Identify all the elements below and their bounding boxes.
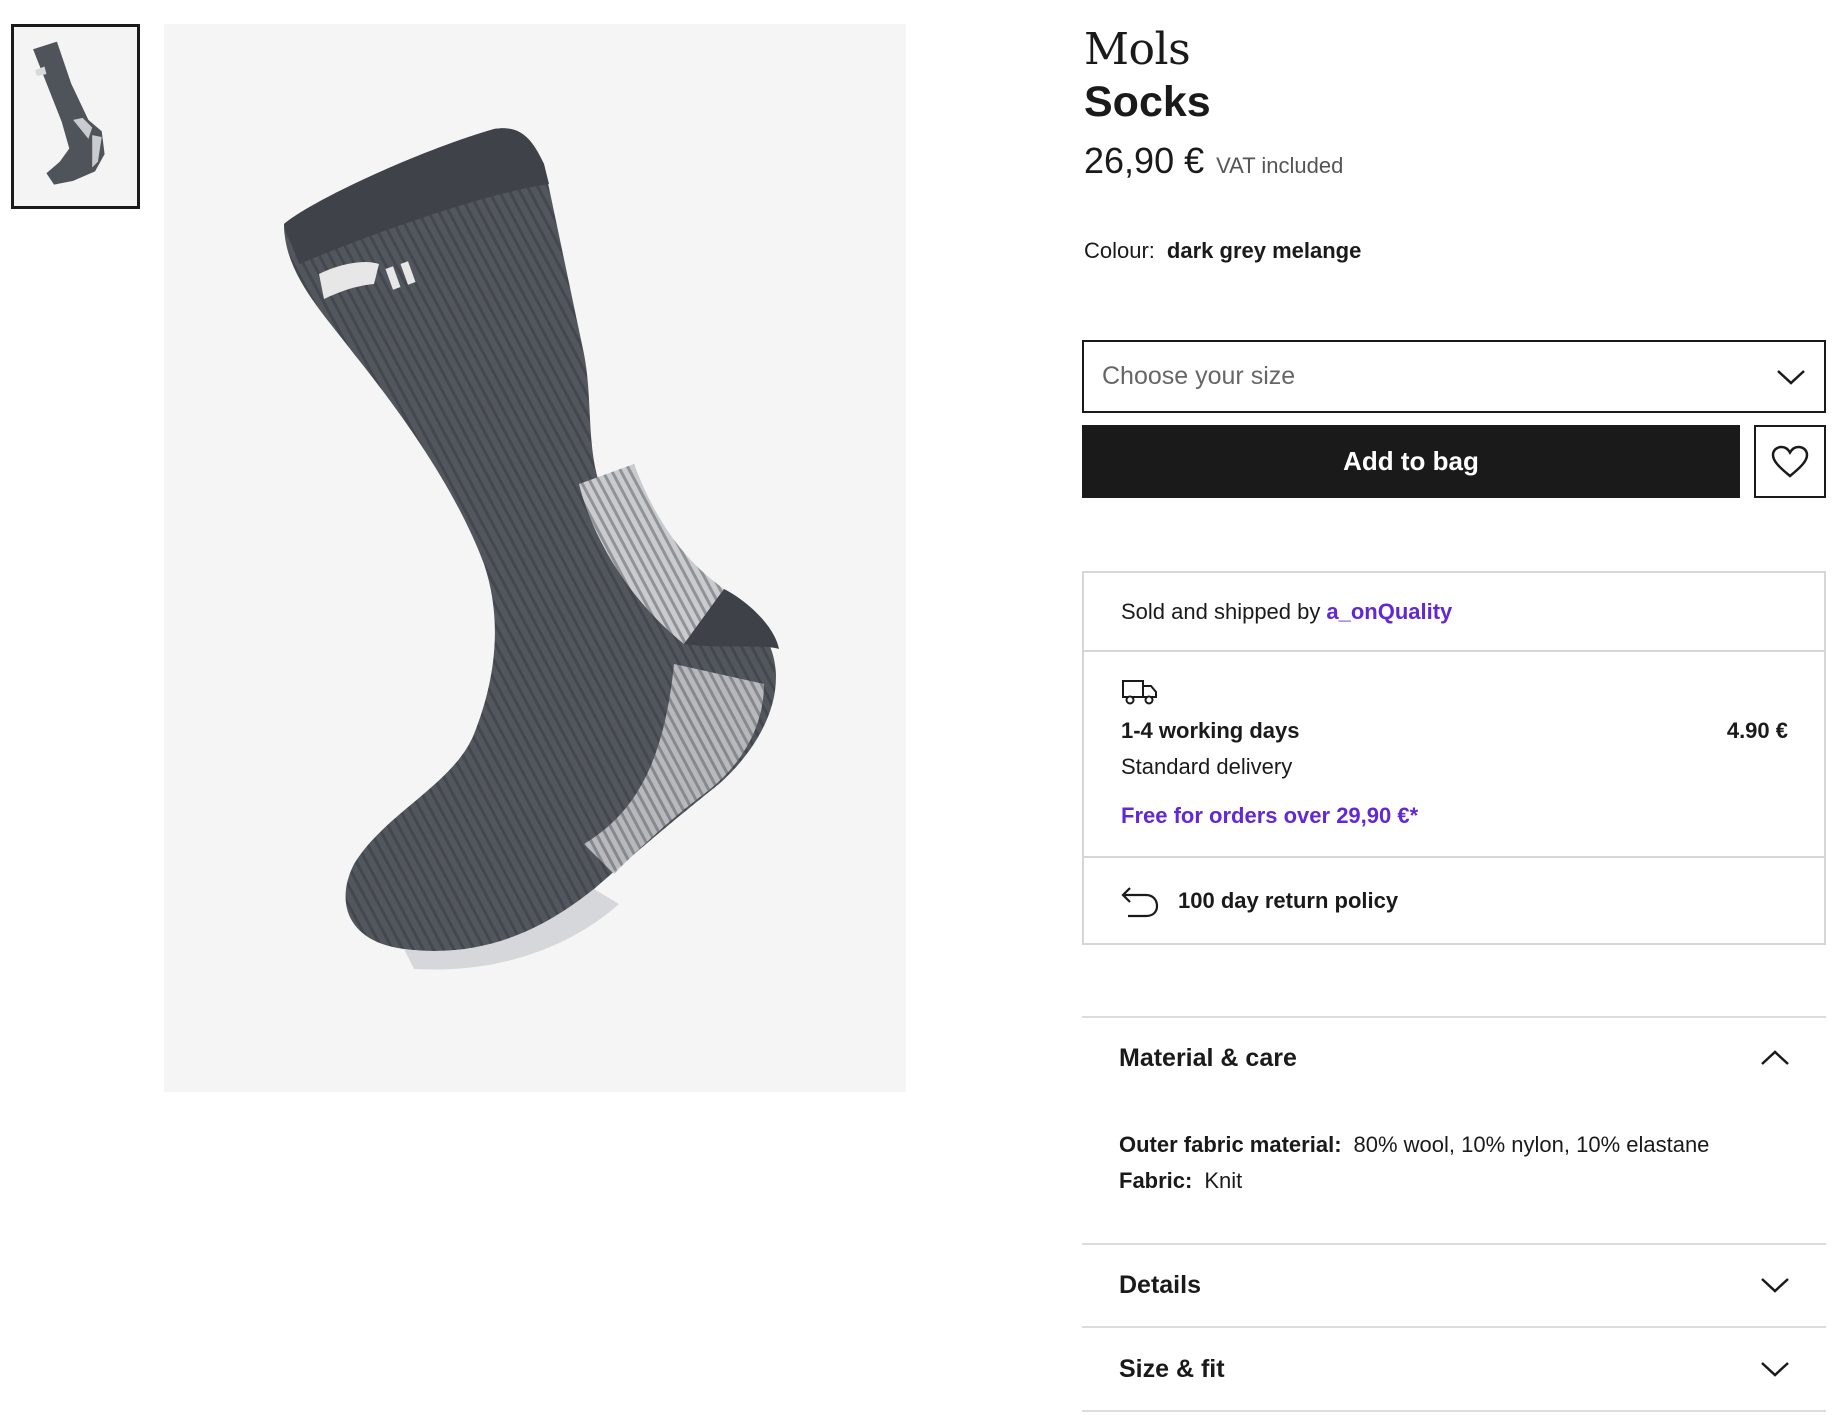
chevron-down-icon	[1761, 1362, 1789, 1377]
divider	[1082, 1326, 1826, 1328]
material-value: 80% wool, 10% nylon, 10% elastane	[1353, 1132, 1710, 1157]
return-policy-row: 100 day return policy	[1084, 858, 1824, 943]
wishlist-button[interactable]	[1754, 425, 1826, 498]
product-thumbnail[interactable]	[11, 24, 140, 209]
heart-icon	[1771, 445, 1809, 478]
divider	[1082, 1243, 1826, 1245]
product-main-image[interactable]	[164, 24, 906, 1092]
material-care-content: Outer fabric material: 80% wool, 10% nyl…	[1119, 1127, 1709, 1199]
divider	[1082, 1410, 1826, 1412]
product-title: Socks	[1084, 78, 1211, 126]
fabric-label: Fabric:	[1119, 1168, 1193, 1193]
chevron-up-icon	[1761, 1050, 1789, 1065]
brand-name[interactable]: Mols	[1084, 24, 1191, 75]
sold-by-row: Sold and shipped by a_onQuality	[1084, 573, 1824, 652]
colour-row: Colour: dark grey melange	[1084, 238, 1361, 264]
seller-link[interactable]: a_onQuality	[1326, 599, 1452, 625]
size-fit-accordion-header[interactable]: Size & fit	[1082, 1333, 1826, 1405]
delivery-info: 1-4 working days 4.90 € Standard deliver…	[1084, 652, 1824, 858]
shipping-info-box: Sold and shipped by a_onQuality 1-4 work…	[1082, 571, 1826, 945]
material-label: Outer fabric material:	[1119, 1132, 1342, 1157]
vat-note: VAT included	[1216, 153, 1344, 178]
size-fit-title: Size & fit	[1119, 1354, 1225, 1383]
sock-thumbnail-image	[14, 28, 137, 205]
add-to-bag-button[interactable]: Add to bag	[1082, 425, 1740, 498]
sock-image	[164, 24, 906, 1092]
sold-by-text: Sold and shipped by	[1121, 598, 1321, 624]
free-shipping-note: Free for orders over 29,90 €*	[1121, 803, 1419, 828]
details-accordion-header[interactable]: Details	[1082, 1249, 1826, 1321]
size-select[interactable]: Choose your size	[1082, 340, 1826, 413]
delivery-days: 1-4 working days	[1121, 718, 1300, 743]
return-arrow-icon	[1121, 886, 1159, 917]
size-select-placeholder: Choose your size	[1102, 362, 1296, 390]
delivery-method: Standard delivery	[1121, 754, 1293, 779]
material-care-accordion-header[interactable]: Material & care	[1082, 1022, 1826, 1094]
details-title: Details	[1119, 1270, 1201, 1299]
material-care-title: Material & care	[1119, 1043, 1297, 1072]
fabric-value: Knit	[1204, 1168, 1243, 1193]
chevron-down-icon	[1761, 1278, 1789, 1293]
return-policy-text: 100 day return policy	[1178, 887, 1399, 913]
colour-value: dark grey melange	[1166, 238, 1362, 263]
material-row: Outer fabric material: 80% wool, 10% nyl…	[1119, 1127, 1709, 1163]
price-row: 26,90 € VAT included	[1084, 140, 1343, 182]
truck-icon	[1122, 680, 1157, 705]
fabric-row: Fabric: Knit	[1119, 1163, 1709, 1199]
chevron-down-icon	[1777, 369, 1805, 385]
divider	[1082, 1016, 1826, 1018]
delivery-cost: 4.90 €	[1726, 718, 1788, 743]
colour-label: Colour:	[1084, 238, 1155, 263]
product-price: 26,90 €	[1084, 140, 1205, 181]
